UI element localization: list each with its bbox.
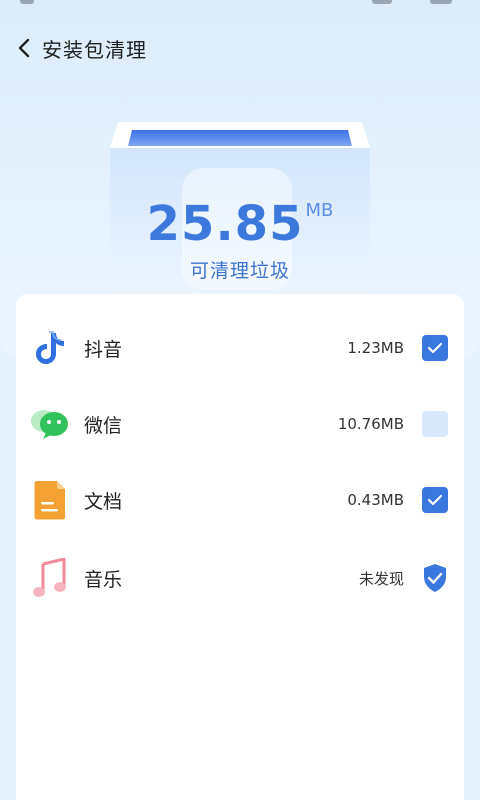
battery-icon (430, 0, 452, 4)
item-size: 1.23MB (347, 339, 404, 357)
junk-size-value: 25.85 (146, 196, 304, 252)
music-icon (30, 558, 70, 598)
item-checkbox-checked[interactable] (422, 487, 448, 513)
junk-size-caption: 可清理垃圾 (189, 260, 290, 282)
item-name: 微信 (84, 414, 123, 437)
douyin-icon (30, 328, 70, 368)
list-item-music[interactable]: 音乐 未发现 (16, 540, 464, 616)
item-name: 抖音 (84, 338, 123, 361)
package-list-card: 抖音 1.23MB 微信 10.76MB 文档 0.43MB 音乐 未发现 (16, 294, 464, 800)
chevron-left-icon (18, 38, 30, 58)
wechat-icon (30, 404, 70, 444)
item-name: 文档 (84, 490, 123, 513)
list-item-wechat[interactable]: 微信 10.76MB (16, 386, 464, 462)
status-bar (0, 0, 480, 12)
item-size: 10.76MB (337, 415, 404, 433)
junk-size-readout: 25.85 MB (0, 196, 480, 252)
back-button[interactable] (6, 28, 42, 68)
item-size: 0.43MB (347, 491, 404, 509)
document-icon (30, 480, 70, 520)
header: 安装包清理 (0, 28, 480, 68)
checkmark-icon (427, 494, 443, 506)
shield-check-icon (420, 562, 450, 594)
item-name: 音乐 (84, 568, 123, 591)
signal-icon (372, 0, 392, 4)
item-checkbox-checked[interactable] (422, 335, 448, 361)
item-checkbox-unchecked[interactable] (422, 411, 448, 437)
page-title: 安装包清理 (42, 37, 147, 62)
box-opening (128, 130, 352, 146)
list-item-document[interactable]: 文档 0.43MB (16, 462, 464, 538)
item-status: 未发现 (358, 569, 404, 588)
junk-size-unit: MB (305, 200, 334, 221)
list-item-douyin[interactable]: 抖音 1.23MB (16, 310, 464, 386)
checkmark-icon (427, 342, 443, 354)
status-icon (20, 0, 34, 4)
